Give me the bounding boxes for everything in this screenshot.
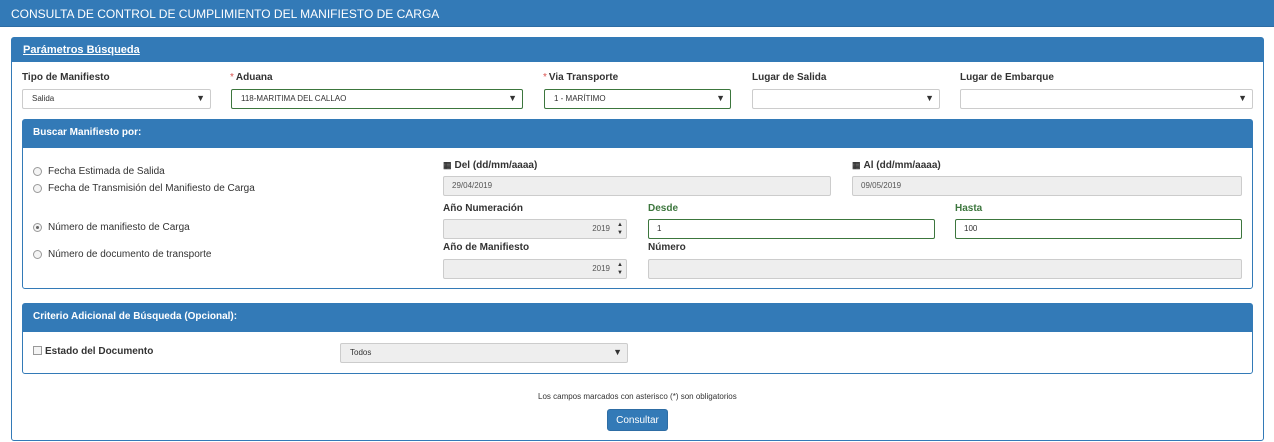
lugar-salida-select[interactable]: ▼ — [752, 89, 940, 109]
lugar-embarque-select[interactable]: ▼ — [960, 89, 1253, 109]
hasta-label: Hasta — [955, 203, 983, 214]
lugar-embarque-label: Lugar de Embarque — [960, 72, 1054, 83]
radio-numero-documento[interactable]: Número de documento de transporte — [33, 249, 211, 260]
radio-icon[interactable] — [33, 167, 42, 176]
anio-manifiesto-label: Año de Manifiesto — [443, 242, 530, 253]
radio-icon[interactable] — [33, 250, 42, 259]
desde-input[interactable]: 1 — [648, 219, 935, 239]
anio-manifiesto-input[interactable]: 2019 ▲ ▼ — [443, 259, 627, 279]
calendar-icon: ▦ — [443, 160, 452, 170]
chevron-down-icon: ▼ — [613, 347, 622, 357]
numero-label: Número — [648, 242, 686, 253]
anio-numeracion-input[interactable]: 2019 ▲ ▼ — [443, 219, 627, 239]
chevron-down-icon: ▼ — [716, 93, 725, 103]
numero-input[interactable] — [648, 259, 1242, 279]
lugar-salida-label: Lugar de Salida — [752, 72, 827, 83]
desde-label: Desde — [648, 203, 679, 214]
tipo-manifiesto-select[interactable]: Salida ▼ — [22, 89, 211, 109]
spinner-icon[interactable]: ▲ ▼ — [615, 261, 625, 277]
aduana-select[interactable]: 118-MARITIMA DEL CALLAO ▼ — [231, 89, 523, 109]
tipo-manifiesto-label: Tipo de Manifiesto — [22, 72, 110, 83]
radio-icon[interactable] — [33, 184, 42, 193]
hasta-input[interactable]: 100 — [955, 219, 1242, 239]
del-date-input[interactable]: 29/04/2019 — [443, 176, 831, 196]
radio-fecha-estimada[interactable]: Fecha Estimada de Salida — [33, 166, 165, 177]
radio-numero-manifiesto[interactable]: Número de manifiesto de Carga — [33, 222, 190, 233]
radio-icon[interactable] — [33, 223, 42, 232]
criterio-adicional-title: Criterio Adicional de Búsqueda (Opcional… — [23, 304, 1252, 332]
search-parameters-title: Parámetros Búsqueda — [23, 44, 140, 56]
estado-documento-select[interactable]: Todos ▼ — [340, 343, 628, 363]
page-title: CONSULTA DE CONTROL DE CUMPLIMIENTO DEL … — [0, 0, 1274, 27]
required-fields-note: Los campos marcados con asterisco (*) so… — [538, 392, 737, 401]
estado-documento-checkbox[interactable]: Estado del Documento — [33, 346, 153, 357]
al-label: ▦ Al (dd/mm/aaaa) — [852, 160, 941, 171]
chevron-down-icon: ▼ — [925, 93, 934, 103]
checkbox-icon[interactable] — [33, 346, 42, 355]
chevron-down-icon: ▼ — [508, 93, 517, 103]
anio-numeracion-label: Año Numeración — [443, 203, 524, 214]
aduana-label: * Aduana — [230, 72, 273, 83]
calendar-icon: ▦ — [852, 160, 861, 170]
spinner-icon[interactable]: ▲ ▼ — [615, 221, 625, 237]
criterio-adicional-panel: Criterio Adicional de Búsqueda (Opcional… — [22, 303, 1253, 374]
chevron-down-icon: ▼ — [196, 93, 205, 103]
del-label: ▦ Del (dd/mm/aaaa) — [443, 160, 538, 171]
radio-fecha-transmision[interactable]: Fecha de Transmisión del Manifiesto de C… — [33, 183, 255, 194]
search-parameters-header: Parámetros Búsqueda — [12, 38, 1263, 62]
chevron-down-icon: ▼ — [1238, 93, 1247, 103]
buscar-manifiesto-title: Buscar Manifiesto por: — [23, 120, 1252, 148]
consultar-button[interactable]: Consultar — [607, 409, 668, 431]
al-date-input[interactable]: 09/05/2019 — [852, 176, 1242, 196]
via-transporte-label: * Via Transporte — [543, 72, 619, 83]
via-transporte-select[interactable]: 1 - MARÍTIMO ▼ — [544, 89, 731, 109]
